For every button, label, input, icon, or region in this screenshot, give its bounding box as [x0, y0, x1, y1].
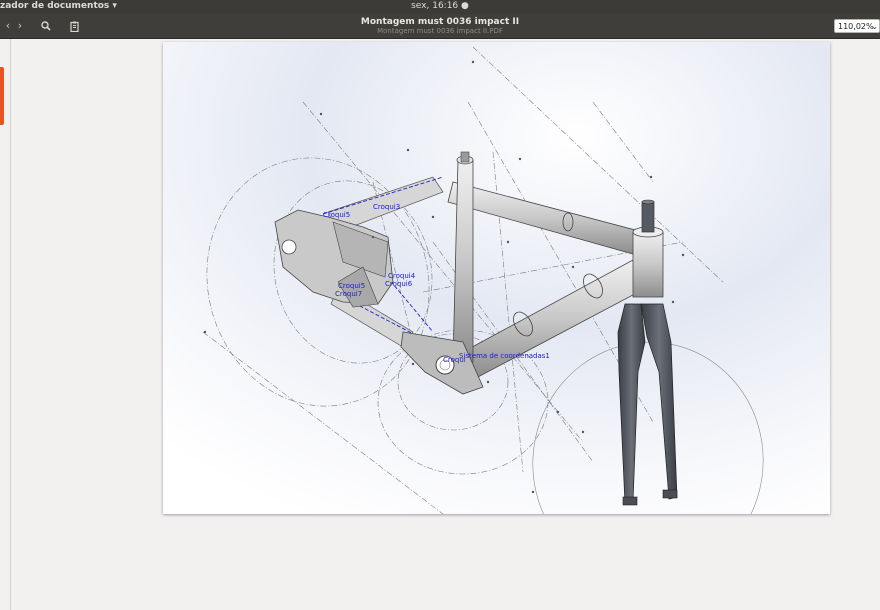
document-title: Montagem must 0036 impact II	[360, 17, 520, 27]
sketch-label: Croqui4	[388, 272, 416, 280]
sketch-label: Croqui	[443, 356, 466, 364]
top-panel: zador de documentos ▾ sex, 16:16 ●	[0, 0, 880, 14]
sketch-label: Croqui5	[323, 211, 350, 219]
zoom-dropdown[interactable]: 110,02% ⌄	[834, 19, 880, 33]
chevron-down-icon: ⌄	[871, 22, 878, 31]
document-filename: Montagem must 0036 impact II.PDF	[377, 27, 503, 35]
header-bar: ‹ › Montagem must 0036 impact II Montage…	[0, 14, 880, 39]
document-page[interactable]: Croqui5 Croqui3 Croqui4 Croqui6 Croqui5 …	[163, 42, 830, 514]
sketch-label: Croqui7	[335, 290, 362, 298]
zoom-value: 110,02%	[838, 22, 874, 31]
sketch-label: Croqui3	[373, 203, 400, 211]
coordinate-system-label: Sistema de coordenadas1	[459, 352, 550, 360]
bike-frame-drawing: Croqui5 Croqui3 Croqui4 Croqui6 Croqui5 …	[163, 42, 830, 514]
sketch-label: Croqui5	[338, 282, 365, 290]
sidebar[interactable]	[0, 39, 11, 610]
clock[interactable]: sex, 16:16 ●	[0, 1, 880, 11]
sidebar-active-indicator	[0, 67, 4, 125]
sketch-label: Croqui6	[385, 280, 413, 288]
